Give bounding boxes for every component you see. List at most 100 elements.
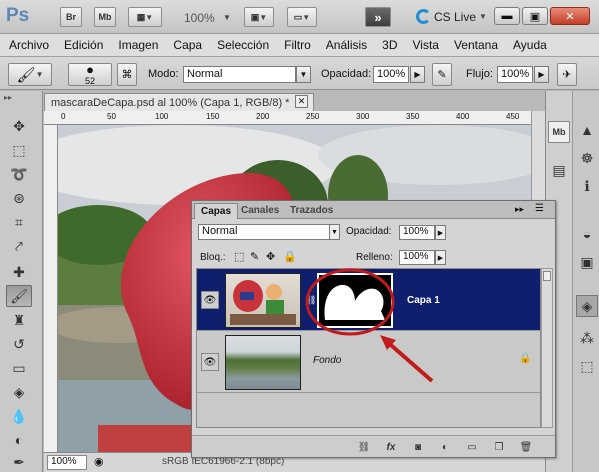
adjustment-layer-icon[interactable]: ◐ — [438, 440, 452, 454]
close-icon: ✕ — [565, 10, 575, 23]
menu-capa[interactable]: Capa — [173, 38, 202, 52]
layer-style-icon[interactable]: fx — [384, 440, 398, 454]
zoom-level[interactable]: 100% — [184, 11, 215, 25]
close-button[interactable]: ✕ — [550, 7, 590, 25]
toolbox: ▸▸ ✥ ⬚ ➰ ⊛ ⌗ ⤤ ✚ 🖌 ♜ ↺ ▭ ◈ 💧 ◐ ✒ — [0, 91, 43, 472]
flow-field[interactable]: 100% — [497, 66, 533, 83]
document-tab[interactable]: mascaraDeCapa.psd al 100% (Capa 1, RGB/8… — [44, 93, 314, 111]
airbrush-icon: ✈ — [562, 69, 572, 81]
ruler-tick-label: 350 — [406, 112, 420, 121]
chevron-right-icon[interactable]: ▶ — [534, 66, 549, 83]
crop-tool-icon[interactable]: ⌗ — [6, 211, 32, 233]
eraser-tool-icon[interactable]: ▭ — [6, 357, 32, 379]
masks-panel-icon[interactable]: ▣ — [576, 251, 598, 273]
blur-tool-icon[interactable]: 💧 — [6, 405, 32, 427]
stamp-tool-icon[interactable]: ♜ — [6, 309, 32, 331]
pressure-opacity-button[interactable]: ✎ — [432, 63, 452, 86]
new-group-icon[interactable]: ▭ — [465, 440, 479, 454]
menu-ventana[interactable]: Ventana — [454, 38, 498, 52]
maximize-icon: ▣ — [529, 10, 541, 23]
menu-analisis[interactable]: Análisis — [326, 38, 367, 52]
minimize-button[interactable]: ▬ — [494, 7, 520, 25]
quick-select-tool-icon[interactable]: ⊛ — [6, 187, 32, 209]
brush-preset-picker[interactable]: ● 52 — [68, 63, 112, 86]
minimize-icon: ▬ — [501, 10, 513, 22]
status-info-icon[interactable]: ◉ — [94, 455, 104, 468]
pen-tool-icon[interactable]: ✒ — [6, 451, 32, 472]
history-panel-icon[interactable]: ▤ — [548, 159, 570, 181]
brush-panel-icon: ⌘ — [121, 69, 133, 81]
workspace-expand-button[interactable]: » — [365, 7, 391, 27]
eyedropper-tool-icon[interactable]: ⤤ — [6, 235, 32, 257]
cs-live-button[interactable]: CS Live ▼ — [416, 9, 487, 24]
adjustments-panel-icon[interactable]: ◒ — [576, 223, 598, 245]
screen-mode-button[interactable]: ▭ ▼ — [287, 7, 317, 27]
title-bar: Ps Br Mb ▦ ▼ 100% ▼ ▣ ▼ ▭ ▼ » CS Live ▼ ▬ ▣… — [0, 0, 599, 34]
screen-mode-icon: ▭ — [293, 11, 303, 22]
delete-layer-icon[interactable]: 🗑 — [519, 440, 533, 454]
collapse-icon[interactable]: ▸▸ — [4, 93, 12, 102]
history-brush-tool-icon[interactable]: ↺ — [6, 333, 32, 355]
airbrush-button[interactable]: ✈ — [557, 63, 577, 86]
ruler-tick-label: 0 — [61, 112, 66, 121]
close-document-button[interactable]: ✕ — [295, 95, 308, 108]
menu-ayuda[interactable]: Ayuda — [513, 38, 547, 52]
menu-edicion[interactable]: Edición — [64, 38, 103, 52]
mini-bridge-panel-icon[interactable]: Mb — [548, 121, 570, 143]
paths-panel-icon[interactable]: ⬚ — [576, 355, 598, 377]
maximize-button[interactable]: ▣ — [522, 7, 548, 25]
add-mask-icon[interactable]: ◙ — [411, 440, 425, 454]
opacity-label: Opacidad: — [321, 68, 372, 80]
arrange-documents-button[interactable]: ▣ ▼ — [244, 7, 274, 27]
menu-bar: Archivo Edición Imagen Capa Selección Fi… — [0, 34, 599, 56]
brush-panel-toggle[interactable]: ⌘ — [117, 63, 137, 86]
ruler-tick-label: 400 — [456, 112, 470, 121]
channels-panel-icon[interactable]: ⁂ — [576, 327, 598, 349]
cs-live-icon — [416, 9, 431, 24]
ruler-tick-label: 100 — [155, 112, 169, 121]
ruler-tick-label: 300 — [356, 112, 370, 121]
chevron-down-icon: ▼ — [259, 12, 268, 22]
histogram-panel-icon[interactable]: ▲ — [576, 119, 598, 141]
chevron-down-icon[interactable]: ▼ — [223, 13, 231, 22]
menu-vista[interactable]: Vista — [413, 38, 439, 52]
horizontal-ruler: 0 50 100 150 200 250 300 350 400 450 — [44, 111, 532, 125]
mini-bridge-button[interactable]: Mb — [94, 7, 116, 27]
dodge-tool-icon[interactable]: ◐ — [6, 429, 32, 451]
lasso-tool-icon[interactable]: ➰ — [6, 163, 32, 185]
menu-seleccion[interactable]: Selección — [217, 38, 269, 52]
chevron-down-icon: ▼ — [35, 70, 44, 79]
mode-select[interactable]: Normal — [183, 66, 296, 83]
layers-panel-icon[interactable]: ◈ — [576, 295, 598, 317]
info-panel-icon[interactable]: ℹ — [576, 175, 598, 197]
menu-archivo[interactable]: Archivo — [9, 38, 49, 52]
new-layer-icon[interactable]: ❐ — [492, 440, 506, 454]
paint-bucket-tool-icon[interactable]: ◈ — [6, 381, 32, 403]
menu-filtro[interactable]: Filtro — [284, 38, 311, 52]
chevron-down-icon: ▼ — [145, 12, 154, 22]
flow-label: Flujo: — [466, 68, 493, 80]
bridge-button[interactable]: Br — [60, 7, 82, 27]
view-extras-button[interactable]: ▦ ▼ — [128, 7, 162, 27]
tool-preset-picker[interactable]: 🖌 ▼ — [8, 63, 52, 86]
double-chevron-right-icon: » — [374, 9, 382, 25]
link-layers-icon[interactable]: ⛓ — [357, 440, 371, 454]
brush-tool-icon[interactable]: 🖌 — [6, 285, 32, 307]
healing-tool-icon[interactable]: ✚ — [6, 261, 32, 283]
marquee-tool-icon[interactable]: ⬚ — [6, 139, 32, 161]
menu-imagen[interactable]: Imagen — [118, 38, 158, 52]
brush-icon: 🖌 — [16, 66, 36, 84]
mode-label: Modo: — [148, 68, 179, 80]
opacity-field[interactable]: 100% — [373, 66, 409, 83]
chevron-right-icon[interactable]: ▶ — [410, 66, 425, 83]
layers-panel-footer: ⛓ fx ◙ ◐ ▭ ❐ 🗑 — [192, 435, 555, 457]
navigator-panel-icon[interactable]: ☸ — [576, 147, 598, 169]
close-icon: ✕ — [297, 96, 306, 106]
chevron-down-icon: ▼ — [479, 12, 487, 21]
arrange-icon: ▣ — [250, 11, 260, 22]
menu-3d[interactable]: 3D — [382, 38, 397, 52]
ruler-tick-label: 250 — [306, 112, 320, 121]
zoom-field[interactable]: 100% — [47, 455, 87, 470]
move-tool-icon[interactable]: ✥ — [6, 115, 32, 137]
chevron-down-icon[interactable]: ▼ — [296, 66, 311, 83]
